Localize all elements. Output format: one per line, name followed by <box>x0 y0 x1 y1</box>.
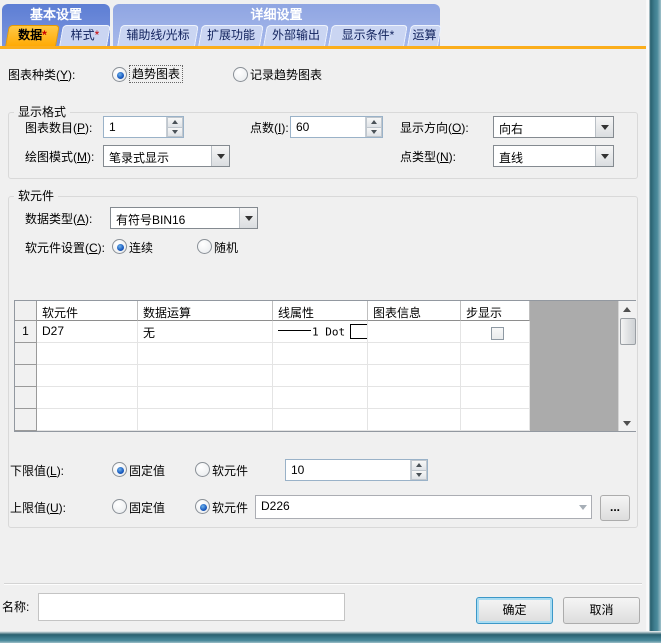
detail-settings-title: 详细设置 <box>113 4 440 26</box>
data-operation-cell[interactable]: 无 <box>138 321 273 343</box>
random-radio[interactable] <box>197 239 212 254</box>
chevron-down-icon[interactable] <box>574 496 591 518</box>
table-row: 1 D27 无 1 Dot <box>15 321 530 343</box>
lower-fixed-value-radio[interactable] <box>112 462 127 477</box>
upper-device-radio-label[interactable]: 软元件 <box>212 501 248 515</box>
tab-data[interactable]: 数据* <box>5 25 60 46</box>
cancel-button[interactable]: 取消 <box>563 597 640 624</box>
device-cell[interactable]: D27 <box>37 321 138 343</box>
ok-button[interactable]: 确定 <box>476 597 553 624</box>
lower-device-radio[interactable] <box>195 462 210 477</box>
continuous-radio-label[interactable]: 连续 <box>129 241 153 255</box>
device-table: 软元件 数据运算 线属性 图表信息 步显示 1 D27 无 1 Dot <box>14 300 636 432</box>
direction-label: 显示方向(O): <box>400 121 469 135</box>
col-header-graph-info: 图表信息 <box>368 301 461 321</box>
col-header-device: 软元件 <box>37 301 138 321</box>
tab-extended-function[interactable]: 扩展功能 <box>198 25 264 46</box>
chart-count-input[interactable]: 1 <box>103 116 184 138</box>
points-spinner <box>365 117 382 137</box>
lower-limit-input[interactable]: 10 <box>285 459 428 481</box>
trend-graph-settings-dialog: 基本设置 详细设置 数据* 样式* 辅助线/光标 扩展功能 外部输出 显示条件*… <box>0 0 661 643</box>
line-color-swatch[interactable] <box>350 324 368 339</box>
lower-fixed-value-radio-label[interactable]: 固定值 <box>129 464 165 478</box>
points-label: 点数(I): <box>250 121 289 135</box>
chart-count-label: 图表数目(P): <box>25 121 92 135</box>
device-table-grid: 软元件 数据运算 线属性 图表信息 步显示 1 D27 无 1 Dot <box>15 301 530 431</box>
chevron-down-icon[interactable] <box>595 117 613 137</box>
table-filler-area <box>530 301 618 431</box>
window-frame-bottom <box>0 631 661 643</box>
upper-limit-label: 上限值(U): <box>10 501 66 515</box>
spin-down-button[interactable] <box>366 128 382 138</box>
tab-auxiliary-line-cursor[interactable]: 辅助线/光标 <box>117 25 199 46</box>
trend-graph-radio-label[interactable]: 趋势图表 <box>129 65 183 83</box>
chevron-down-icon[interactable] <box>239 208 257 228</box>
upper-limit-device-combo[interactable]: D226 <box>255 495 592 519</box>
table-empty-row <box>15 387 530 409</box>
point-type-select[interactable]: 直线 <box>493 145 614 167</box>
col-header-line-attribute: 线属性 <box>273 301 368 321</box>
corner-header-cell <box>15 301 37 321</box>
trend-graph-radio[interactable] <box>112 67 127 82</box>
lower-limit-label: 下限值(L): <box>10 464 64 478</box>
scrollbar-down-button[interactable] <box>619 415 635 431</box>
tab-display-condition[interactable]: 显示条件* <box>328 25 408 46</box>
chart-count-spinner <box>166 117 183 137</box>
tab-style[interactable]: 样式* <box>59 25 111 46</box>
row-number-cell: 1 <box>15 321 37 343</box>
lower-device-radio-label[interactable]: 软元件 <box>212 464 248 478</box>
line-style-preview <box>278 330 311 331</box>
step-display-cell[interactable] <box>461 321 530 343</box>
scrollbar-thumb[interactable] <box>620 318 636 345</box>
lower-limit-spinner <box>410 460 427 480</box>
upper-device-radio[interactable] <box>195 499 210 514</box>
device-setting-label: 软元件设置(C): <box>25 241 105 255</box>
table-scrollbar[interactable] <box>618 301 636 431</box>
footer-separator <box>4 583 642 585</box>
data-type-select[interactable]: 有符号BIN16 <box>110 207 258 229</box>
spin-down-button[interactable] <box>167 128 183 138</box>
draw-mode-label: 绘图模式(M): <box>25 150 94 164</box>
spin-down-button[interactable] <box>411 471 427 481</box>
line-attribute-cell[interactable]: 1 Dot <box>273 321 368 343</box>
tab-external-output[interactable]: 外部输出 <box>263 25 329 46</box>
spin-up-button[interactable] <box>167 117 183 128</box>
name-label: 名称: <box>2 600 29 614</box>
spin-up-button[interactable] <box>411 460 427 471</box>
direction-select[interactable]: 向右 <box>493 116 614 138</box>
table-header-row: 软元件 数据运算 线属性 图表信息 步显示 <box>15 301 530 321</box>
chevron-down-icon[interactable] <box>595 146 613 166</box>
chart-kind-label: 图表种类(Y): <box>8 68 75 82</box>
upper-fixed-value-radio-label[interactable]: 固定值 <box>129 501 165 515</box>
chevron-down-icon[interactable] <box>211 146 229 166</box>
window-frame-right <box>646 0 661 643</box>
random-radio-label[interactable]: 随机 <box>214 241 238 255</box>
basic-settings-title: 基本设置 <box>2 4 110 26</box>
points-input[interactable]: 60 <box>290 116 383 138</box>
table-empty-row <box>15 409 530 431</box>
upper-fixed-value-radio[interactable] <box>112 499 127 514</box>
data-type-label: 数据类型(A): <box>25 212 92 226</box>
record-trend-graph-radio[interactable] <box>233 67 248 82</box>
tab-accent-line <box>0 46 646 49</box>
tab-operation[interactable]: 运算 <box>407 25 442 46</box>
col-header-data-operation: 数据运算 <box>138 301 273 321</box>
table-empty-row <box>15 343 530 365</box>
continuous-radio[interactable] <box>112 239 127 254</box>
table-empty-row <box>15 365 530 387</box>
graph-info-cell[interactable] <box>368 321 461 343</box>
point-type-label: 点类型(N): <box>400 150 456 164</box>
scrollbar-up-button[interactable] <box>619 301 635 317</box>
spin-up-button[interactable] <box>366 117 382 128</box>
record-trend-graph-radio-label[interactable]: 记录趋势图表 <box>250 68 322 82</box>
device-group-title: 软元件 <box>14 189 58 203</box>
name-input[interactable] <box>38 593 345 621</box>
col-header-step-display: 步显示 <box>461 301 530 321</box>
display-format-group-title: 显示格式 <box>14 105 70 119</box>
step-display-checkbox[interactable] <box>491 327 504 340</box>
device-browse-button[interactable]: ... <box>600 495 630 521</box>
draw-mode-select[interactable]: 笔录式显示 <box>103 145 230 167</box>
